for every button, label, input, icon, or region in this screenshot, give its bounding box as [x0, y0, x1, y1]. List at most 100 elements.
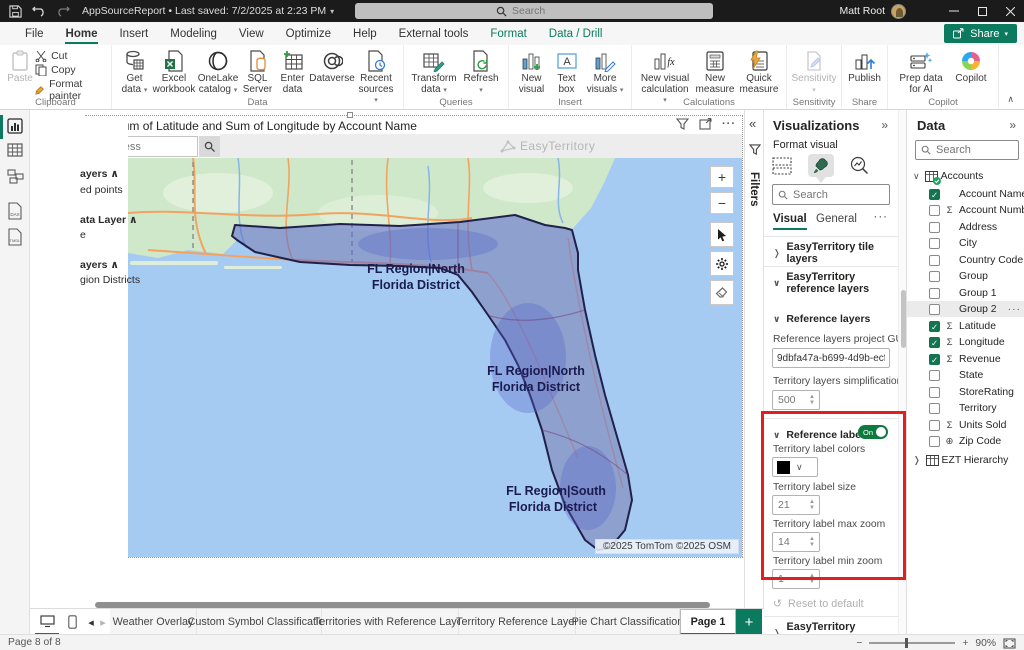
zoom-slider[interactable]: [869, 642, 955, 644]
cut-button[interactable]: Cut: [35, 50, 106, 62]
avatar[interactable]: [891, 4, 906, 19]
mobile-layout-icon[interactable]: [63, 609, 81, 635]
page-tab[interactable]: Weather Overlay: [110, 609, 197, 635]
prep-data-for-ai-button[interactable]: Prep data for AI: [893, 48, 949, 96]
new-measure-button[interactable]: New measure: [693, 48, 737, 96]
filters-pane-label[interactable]: Filters: [748, 172, 760, 207]
map-zoom-in-button[interactable]: +: [710, 166, 734, 188]
minimize-button[interactable]: [940, 0, 968, 22]
page-tab[interactable]: Territories with Reference Layer: [322, 609, 459, 635]
field-row[interactable]: City: [907, 235, 1024, 251]
reference-labels-toggle[interactable]: On: [858, 425, 888, 439]
menu-insert[interactable]: Insert: [108, 22, 159, 45]
label-min-zoom-spinner[interactable]: 1▲▼: [772, 569, 820, 589]
field-row[interactable]: ✓ΣRevenue: [907, 351, 1024, 367]
format-visual-icon[interactable]: [808, 154, 834, 177]
analytics-icon[interactable]: [850, 156, 869, 175]
guid-input[interactable]: [772, 348, 890, 368]
simplification-spinner[interactable]: 500▲▼: [772, 390, 820, 410]
layers-section-header[interactable]: ata Layer ∧: [80, 214, 138, 226]
tab-general[interactable]: General: [816, 213, 857, 225]
field-row[interactable]: Address: [907, 219, 1024, 235]
collapse-data-panel-icon[interactable]: »: [1009, 118, 1016, 132]
global-search-input[interactable]: [512, 5, 572, 17]
report-view-icon[interactable]: [7, 118, 23, 134]
table-accounts[interactable]: ∨ Accounts: [907, 168, 1024, 184]
menu-home[interactable]: Home: [55, 22, 109, 45]
field-row[interactable]: ⊕Zip Code: [907, 433, 1024, 449]
next-page-arrow[interactable]: ▸: [97, 609, 109, 635]
redo-icon[interactable]: [54, 2, 72, 20]
zoom-out-icon[interactable]: −: [856, 638, 862, 649]
enter-data-button[interactable]: Enter data: [275, 48, 310, 96]
layers-item[interactable]: gion Districts: [80, 274, 140, 286]
territory-map[interactable]: FL Region|North Florida District FL Regi…: [128, 158, 742, 557]
page-tab[interactable]: Custom Symbol Classification: [197, 609, 322, 635]
collapse-visualizations-icon[interactable]: »: [881, 118, 888, 132]
zoom-in-icon[interactable]: +: [962, 638, 968, 649]
table-ezt-hierarchy[interactable]: ❭ EZT Hierarchy: [907, 452, 1024, 468]
field-row[interactable]: Territory: [907, 400, 1024, 416]
map-settings-button[interactable]: [710, 251, 734, 276]
fit-to-page-icon[interactable]: [1003, 638, 1016, 649]
layers-item[interactable]: ed points: [80, 184, 123, 196]
data-search-input[interactable]: [936, 144, 1006, 156]
filter-visual-icon[interactable]: [676, 118, 689, 130]
label-max-zoom-spinner[interactable]: 14▲▼: [772, 532, 820, 552]
menu-format[interactable]: Format: [479, 22, 537, 45]
field-row[interactable]: StoreRating: [907, 384, 1024, 400]
menu-help[interactable]: Help: [342, 22, 388, 45]
field-more-options-icon[interactable]: ···: [1008, 304, 1021, 315]
page-tab[interactable]: Pie Chart Classification: [576, 609, 680, 635]
refresh-button[interactable]: Refresh▾: [459, 48, 503, 97]
dataverse-button[interactable]: Dataverse: [310, 48, 354, 86]
get-data-button[interactable]: Get data ▾: [117, 48, 152, 97]
layers-section-header[interactable]: ayers ∧: [80, 168, 119, 180]
undo-icon[interactable]: [30, 2, 48, 20]
format-search-input[interactable]: [793, 189, 863, 201]
address-search-button[interactable]: [199, 136, 220, 157]
transform-data-button[interactable]: Transform data ▾: [409, 48, 459, 97]
field-row[interactable]: ✓ΣLongitude: [907, 334, 1024, 350]
layers-section-header[interactable]: ayers ∧: [80, 259, 119, 271]
more-visuals-button[interactable]: More visuals ▾: [584, 48, 626, 97]
expand-filters-icon[interactable]: «: [749, 116, 756, 131]
copilot-button[interactable]: Copilot: [949, 48, 993, 86]
new-page-button[interactable]: +: [736, 609, 762, 635]
visualizations-scrollbar[interactable]: [898, 110, 906, 634]
more-options-icon[interactable]: ···: [722, 118, 736, 130]
menu-external-tools[interactable]: External tools: [388, 22, 480, 45]
field-row[interactable]: Group: [907, 268, 1024, 284]
page-tab[interactable]: Territory Reference Layer: [459, 609, 576, 635]
tmdl-view-icon[interactable]: TMDL: [7, 228, 23, 246]
copy-button[interactable]: Copy: [35, 64, 106, 76]
title-dropdown-caret[interactable]: ▾: [330, 7, 334, 16]
label-color-dropdown[interactable]: ∨: [772, 457, 818, 477]
field-row[interactable]: Group 1: [907, 285, 1024, 301]
field-row[interactable]: ✓Account Name: [907, 186, 1024, 202]
sensitivity-button[interactable]: Sensitivity ▾: [792, 48, 836, 97]
save-icon[interactable]: [6, 2, 24, 20]
field-row[interactable]: Country Code: [907, 252, 1024, 268]
share-button[interactable]: Share▾: [944, 24, 1017, 43]
desktop-layout-icon[interactable]: [35, 609, 59, 635]
data-search[interactable]: [915, 140, 1019, 160]
excel-workbook-button[interactable]: Excel workbook: [152, 48, 196, 96]
map-zoom-out-button[interactable]: −: [710, 192, 734, 214]
paste-button[interactable]: Paste: [5, 48, 35, 86]
report-canvas[interactable]: nue, Sum of Latitude and Sum of Longitud…: [30, 110, 744, 602]
maximize-button[interactable]: [968, 0, 996, 22]
quick-measure-button[interactable]: Quick measure: [737, 48, 781, 96]
map-eraser-button[interactable]: [710, 280, 734, 305]
text-box-button[interactable]: A Text box: [549, 48, 584, 96]
tab-overflow-icon[interactable]: ···: [874, 211, 889, 223]
publish-button[interactable]: Publish: [847, 48, 882, 86]
dax-query-view-icon[interactable]: DAX: [7, 202, 23, 220]
card-reference-layers-header[interactable]: ∨Reference layers: [764, 306, 898, 332]
onelake-catalog-button[interactable]: OneLake catalog ▾: [196, 48, 240, 97]
collapse-ribbon-chevron[interactable]: ∧: [1007, 94, 1014, 105]
field-row[interactable]: ΣAccount Number: [907, 202, 1024, 218]
field-row[interactable]: State: [907, 367, 1024, 383]
close-button[interactable]: [996, 0, 1024, 22]
label-size-spinner[interactable]: 21▲▼: [772, 495, 820, 515]
